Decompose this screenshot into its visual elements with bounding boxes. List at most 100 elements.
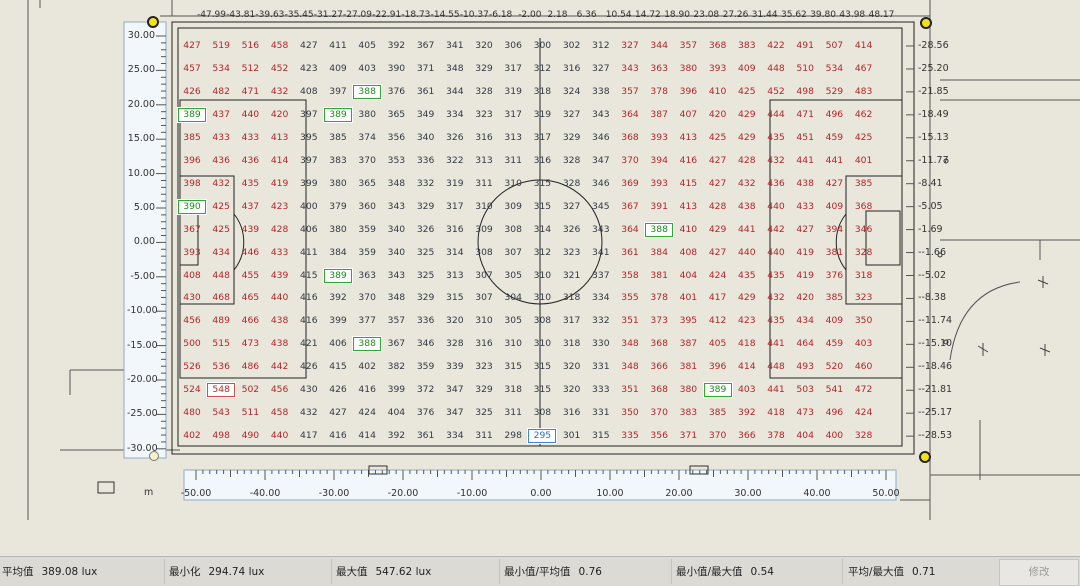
modify-button[interactable]: 修改 <box>999 559 1079 586</box>
grid-cell: 422 <box>767 40 785 51</box>
bottom-ruler-tick: 30.00 <box>734 488 762 499</box>
bottom-ruler-tick: -50.00 <box>180 488 212 499</box>
grid-cell: 341 <box>446 40 464 51</box>
grid-cell: 309 <box>475 223 493 235</box>
grid-cell: 399 <box>300 177 318 189</box>
grid-cell: 434 <box>212 246 230 258</box>
grid-cell: 436 <box>212 154 230 166</box>
bottom-ruler-tick: -10.00 <box>456 488 488 499</box>
avg-max-stat: 平均/最大值 0.71 <box>848 564 935 579</box>
grid-cell: 319 <box>533 108 552 120</box>
top-axis-tick: 6.36 <box>576 10 597 20</box>
grid-cell: 348 <box>446 62 464 74</box>
grid-cell: 473 <box>241 338 260 350</box>
grid-cell: 355 <box>621 292 639 304</box>
grid-cell: 480 <box>183 407 201 419</box>
grid-cell: 326 <box>416 223 435 235</box>
grid-cell: 315 <box>533 177 552 189</box>
grid-cell: 413 <box>679 131 698 143</box>
right-axis-tick: -8.41 <box>918 177 943 189</box>
grid-cell: 404 <box>796 430 814 442</box>
grid-cell: 441 <box>796 154 814 166</box>
grid-cell: 346 <box>592 177 610 189</box>
grid-cell: 464 <box>796 338 814 350</box>
grid-cell: 302 <box>562 40 581 51</box>
grid-cell: 482 <box>212 85 230 97</box>
grid-cell: 310 <box>533 292 552 304</box>
grid-cell: 301 <box>562 430 581 442</box>
grid-cell: 350 <box>854 315 873 327</box>
grid-cell: 328 <box>446 338 464 350</box>
grid-cell: 385 <box>708 407 727 419</box>
grid-cell: 368 <box>621 131 639 143</box>
grid-cell: 423 <box>300 62 318 74</box>
grid-cell: 416 <box>300 292 318 304</box>
grid-cell: 317 <box>446 200 464 212</box>
max-value: 547.62 lux <box>375 566 432 578</box>
min-max-label: 最小值/最大值 <box>676 566 743 578</box>
grid-cell: 370 <box>650 407 668 419</box>
grid-cell: 403 <box>738 384 756 396</box>
grid-cell: 327 <box>621 40 639 51</box>
grid-cell: 526 <box>183 361 201 373</box>
grid-cell: 440 <box>767 246 785 258</box>
grid-cell: 430 <box>300 384 318 396</box>
grid-cell: 329 <box>416 292 435 304</box>
grid-cell: 340 <box>387 223 406 235</box>
grid-cell: 436 <box>241 154 260 166</box>
grid-cell: 415 <box>300 269 318 281</box>
grid-cell: 472 <box>854 384 873 396</box>
left-ruler-tick: 20.00 <box>127 98 155 110</box>
grid-cell: 448 <box>767 62 785 74</box>
grid-cell: 328 <box>562 177 581 189</box>
top-axis-tick: -14.55 <box>430 10 460 20</box>
grid-cell: 437 <box>212 108 230 120</box>
grid-cell: 392 <box>329 292 347 304</box>
grid-cell: 366 <box>738 430 756 442</box>
grid-cell: 440 <box>241 108 260 120</box>
grid-cell: 448 <box>767 361 785 373</box>
left-ruler-tick: 15.00 <box>127 133 155 145</box>
grid-cell: 313 <box>475 154 493 166</box>
pole-marker-icon[interactable] <box>147 16 159 28</box>
pole-marker-icon[interactable] <box>919 451 931 463</box>
top-axis-tick: 10.54 <box>605 10 632 20</box>
grid-cell: 466 <box>241 315 260 327</box>
top-axis-tick: 18.90 <box>664 10 690 20</box>
bottom-ruler-tick: -20.00 <box>387 488 419 499</box>
grid-cell: 435 <box>767 131 785 143</box>
grid-cell: 400 <box>300 200 318 212</box>
top-axis-tick: 2.18 <box>547 10 568 20</box>
pole-marker-icon[interactable] <box>920 17 932 29</box>
grid-cell: 298 <box>504 430 522 442</box>
grid-cell: 376 <box>416 407 435 419</box>
grid-cell: 429 <box>738 292 756 304</box>
grid-cell: 400 <box>825 430 844 442</box>
top-axis-tick: -39.63 <box>255 10 285 20</box>
grid-cell: 329 <box>475 384 493 396</box>
grid-cell: 473 <box>796 407 814 419</box>
grid-cell: 335 <box>621 430 639 442</box>
top-axis-tick: -31.27 <box>313 10 343 20</box>
grid-cell: 511 <box>241 407 260 419</box>
grid-cell: 395 <box>679 315 698 327</box>
grid-cell: 465 <box>241 292 260 304</box>
grid-cell: 393 <box>650 131 668 143</box>
top-axis-tick: 31.44 <box>751 10 778 20</box>
grid-cell: 429 <box>738 108 756 120</box>
grid-cell: 442 <box>767 223 785 235</box>
grid-cell: 391 <box>650 200 668 212</box>
grid-cell: 346 <box>854 223 873 235</box>
bottom-ruler-tick: 10.00 <box>596 488 624 499</box>
grid-cell: 312 <box>533 246 552 258</box>
top-axis-tick: -43.81 <box>226 10 256 20</box>
grid-cell: 356 <box>650 430 668 442</box>
grid-cell: 348 <box>387 292 406 304</box>
grid-cell: 389 <box>323 106 353 123</box>
grid-cell: 323 <box>854 292 873 304</box>
grid-cell: 312 <box>592 40 610 51</box>
grid-cell: 368 <box>650 384 668 396</box>
drawing-canvas[interactable]: 427 519 516 458 427 411 405 392 367 341 320 306 300 3… <box>0 0 1080 550</box>
grid-cell: 317 <box>504 62 522 74</box>
grid-cell: 534 <box>825 62 844 74</box>
